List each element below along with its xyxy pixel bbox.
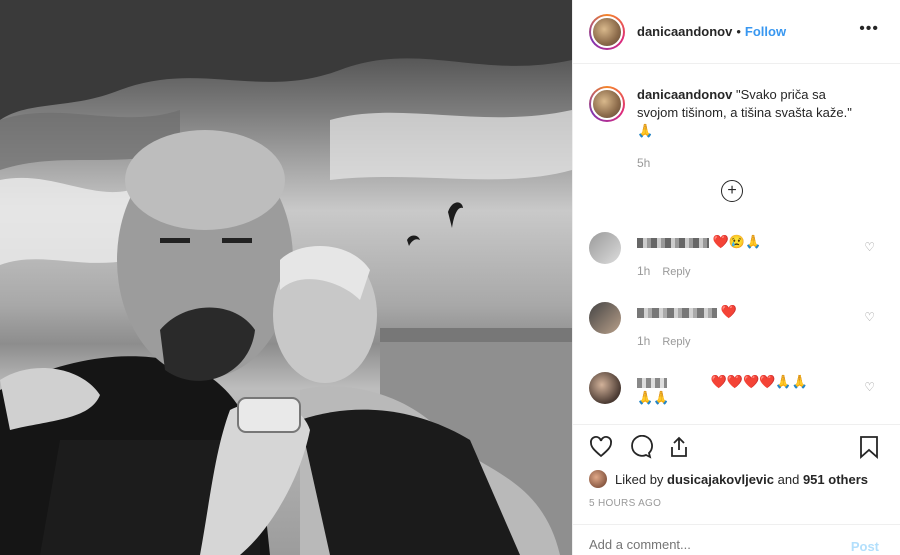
follow-button[interactable]: Follow [745,24,786,39]
caption-username[interactable]: danicaandonov [637,87,732,102]
action-bar [573,424,900,470]
load-more-comments-button[interactable]: + [721,180,743,202]
commenter-avatar[interactable] [589,372,621,404]
comment-body: ❤️❤️❤️❤️🙏🙏 🙏🙏 [637,374,827,406]
comment-bubble-icon[interactable] [629,435,653,459]
header-separator: • [736,24,741,39]
more-options-icon[interactable]: ••• [859,20,879,38]
post-comment-button[interactable]: Post [851,539,879,554]
caption-emoji: 🙏 [637,123,654,138]
instagram-post: danicaandonov • Follow ••• danicaandonov… [0,0,900,555]
reply-button[interactable]: Reply [662,266,690,278]
caption-avatar[interactable] [589,86,625,122]
commenter-avatar[interactable] [589,302,621,334]
likes-summary: Liked by dusicajakovljevic and 951 other… [589,470,868,488]
comment-input[interactable] [589,537,809,552]
comment-text: ❤️ [720,304,737,319]
comment-time[interactable]: 1h [637,264,650,278]
reply-button[interactable]: Reply [662,336,690,348]
liked-by-label: Liked by [615,471,664,487]
comment-time[interactable]: 1h [637,334,650,348]
post-photo[interactable] [0,0,572,555]
liker-avatar[interactable] [589,470,607,488]
likes-others-link[interactable]: 951 others [803,472,868,487]
post-timestamp[interactable]: 5 HOURS AGO [589,498,661,509]
author-avatar[interactable] [589,13,625,50]
blurred-username[interactable] [637,377,667,388]
comment-text-line2: 🙏🙏 [637,390,670,405]
comment-text: ❤️😢🙏 [712,234,762,249]
comment-body: ❤️ [637,304,737,320]
commenter-avatar[interactable] [589,232,621,264]
caption-text-block: danicaandonov "Svako priča sa svojom tiš… [637,86,867,140]
caption-time[interactable]: 5h [637,156,650,170]
like-heart-icon[interactable] [589,435,613,459]
blurred-username[interactable] [637,307,717,318]
photo-illustration [0,0,572,555]
comment-body: ❤️😢🙏 [637,234,761,250]
comment-like-heart-icon[interactable]: ♡ [864,240,875,254]
comment-meta: 1h Reply [637,264,690,278]
post-header: danicaandonov • Follow ••• [573,0,900,64]
comment-text: ❤️❤️❤️❤️🙏🙏 [710,374,808,389]
likes-and-label: and [777,471,800,487]
post-side-panel: danicaandonov • Follow ••• danicaandonov… [572,0,900,555]
comment-item: ❤️ 1h Reply ♡ [589,302,889,362]
save-bookmark-icon[interactable] [859,435,879,459]
comment-like-heart-icon[interactable]: ♡ [864,380,875,394]
post-caption: danicaandonov "Svako priča sa svojom tiš… [589,86,889,140]
author-username[interactable]: danicaandonov [637,24,732,39]
share-upload-icon[interactable] [667,435,691,459]
blurred-username[interactable] [637,237,709,248]
add-comment-bar: Post [573,524,900,555]
comment-meta: 1h Reply [637,334,690,348]
comment-item: ❤️😢🙏 1h Reply ♡ [589,232,889,292]
comment-item: ❤️❤️❤️❤️🙏🙏 🙏🙏 ♡ [589,372,889,432]
comment-like-heart-icon[interactable]: ♡ [864,310,875,324]
liker-username[interactable]: dusicajakovljevic [667,472,774,487]
